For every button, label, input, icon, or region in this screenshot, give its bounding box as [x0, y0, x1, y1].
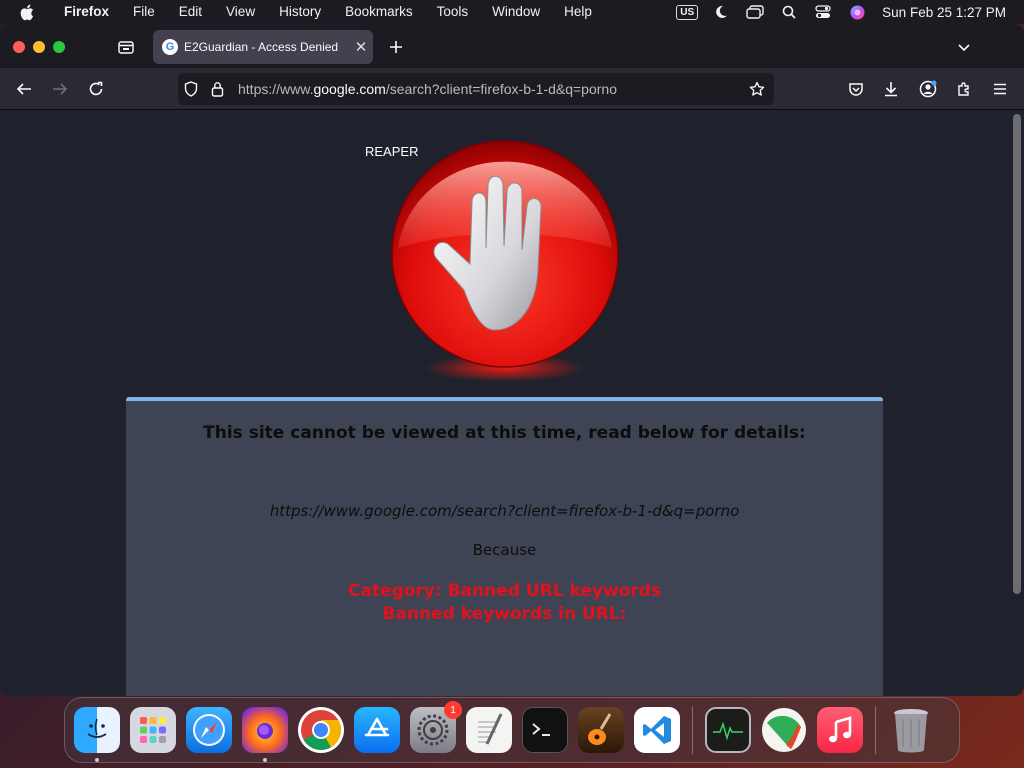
system-settings-icon[interactable]: 1 [410, 701, 462, 753]
spotlight-search-icon[interactable] [772, 0, 806, 24]
blocked-url: https://www.google.com/search?client=fir… [269, 502, 740, 520]
app-store-icon[interactable] [354, 707, 400, 753]
dock-separator [692, 706, 693, 754]
finder-icon[interactable] [74, 707, 120, 762]
control-center-icon[interactable] [806, 0, 840, 24]
menu-app-name[interactable]: Firefox [52, 0, 121, 24]
siri-icon[interactable] [840, 0, 874, 24]
denial-headline: This site cannot be viewed at this time,… [203, 423, 806, 443]
downloads-icon[interactable] [878, 77, 904, 101]
block-category: Category: Banned URL keywords [347, 581, 662, 601]
window-zoom-button[interactable] [53, 41, 65, 53]
tab-title: E2Guardian - Access Denied [184, 40, 339, 54]
screen-mirroring-icon[interactable] [738, 0, 772, 24]
firefox-window: G E2Guardian - Access Denied ✕ https://w… [0, 24, 1024, 696]
trash-icon[interactable] [888, 707, 934, 753]
firefox-running-dot [263, 758, 267, 762]
terminal-icon[interactable] [522, 707, 568, 753]
window-close-button[interactable] [13, 41, 25, 53]
url-prefix: https://www. [238, 81, 314, 97]
page-scrollbar[interactable] [1013, 114, 1021, 594]
reaper-icon[interactable] [761, 707, 807, 753]
tab-strip: G E2Guardian - Access Denied ✕ [0, 24, 1024, 68]
new-tab-plus-icon[interactable] [385, 36, 407, 58]
url-domain: google.com [313, 81, 386, 97]
block-reason: Banned keywords in URL: [382, 604, 627, 624]
textedit-icon[interactable] [466, 707, 512, 753]
menu-bar-clock[interactable]: Sun Feb 25 1:27 PM [874, 5, 1024, 20]
dock-separator-2 [875, 706, 876, 754]
address-bar[interactable]: https://www.google.com/search?client=fir… [178, 73, 774, 105]
denial-message-panel: This site cannot be viewed at this time,… [126, 397, 883, 696]
window-minimize-button[interactable] [33, 41, 45, 53]
close-tab-icon[interactable]: ✕ [349, 38, 373, 56]
focus-moon-icon[interactable] [704, 0, 738, 24]
menu-tools[interactable]: Tools [425, 0, 481, 24]
apple-menu-icon[interactable] [0, 4, 52, 21]
back-arrow-icon[interactable] [11, 77, 37, 101]
list-all-tabs-chevron-icon[interactable] [952, 36, 976, 58]
vscode-icon[interactable] [634, 707, 680, 753]
music-icon[interactable] [817, 707, 863, 753]
chrome-icon[interactable] [298, 707, 344, 753]
menu-history[interactable]: History [267, 0, 333, 24]
pocket-icon[interactable] [843, 77, 869, 101]
macos-menu-bar: Firefox File Edit View History Bookmarks… [0, 0, 1024, 24]
menu-bookmarks[interactable]: Bookmarks [333, 0, 425, 24]
safari-icon[interactable] [186, 707, 232, 753]
menu-help[interactable]: Help [552, 0, 604, 24]
menu-view[interactable]: View [214, 0, 267, 24]
garageband-icon[interactable] [578, 707, 624, 753]
extensions-puzzle-icon[interactable] [951, 77, 977, 101]
tracking-protection-shield-icon[interactable] [178, 81, 204, 97]
stop-hand-logo-icon [391, 140, 619, 382]
macos-dock: 1 [64, 697, 960, 763]
finder-running-dot [95, 758, 99, 762]
tab-e2guardian[interactable]: G E2Guardian - Access Denied ✕ [153, 30, 373, 64]
firefox-icon[interactable] [242, 707, 288, 762]
url-text[interactable]: https://www.google.com/search?client=fir… [238, 81, 744, 97]
lock-icon[interactable] [204, 81, 230, 97]
account-icon[interactable] [915, 77, 941, 101]
forward-arrow-icon[interactable] [47, 77, 73, 101]
google-favicon-icon: G [162, 39, 178, 55]
firefox-view-icon[interactable] [114, 36, 138, 58]
activity-monitor-icon[interactable] [705, 707, 751, 753]
url-path: /search?client=firefox-b-1-d&q=porno [385, 81, 617, 97]
bookmark-star-icon[interactable] [744, 81, 770, 97]
hamburger-menu-icon[interactable] [987, 77, 1013, 101]
web-page-content: REAPER This site cannot be viewed at thi… [0, 110, 1024, 696]
input-source-indicator[interactable]: US [670, 0, 704, 24]
navigation-toolbar: https://www.google.com/search?client=fir… [0, 68, 1024, 110]
because-label: Because [472, 541, 537, 559]
menu-edit[interactable]: Edit [167, 0, 214, 24]
reload-icon[interactable] [83, 77, 109, 101]
input-source-label: US [676, 4, 699, 20]
launchpad-icon[interactable] [130, 707, 176, 753]
settings-notification-badge: 1 [444, 701, 462, 719]
menu-window[interactable]: Window [480, 0, 552, 24]
menu-file[interactable]: File [121, 0, 167, 24]
